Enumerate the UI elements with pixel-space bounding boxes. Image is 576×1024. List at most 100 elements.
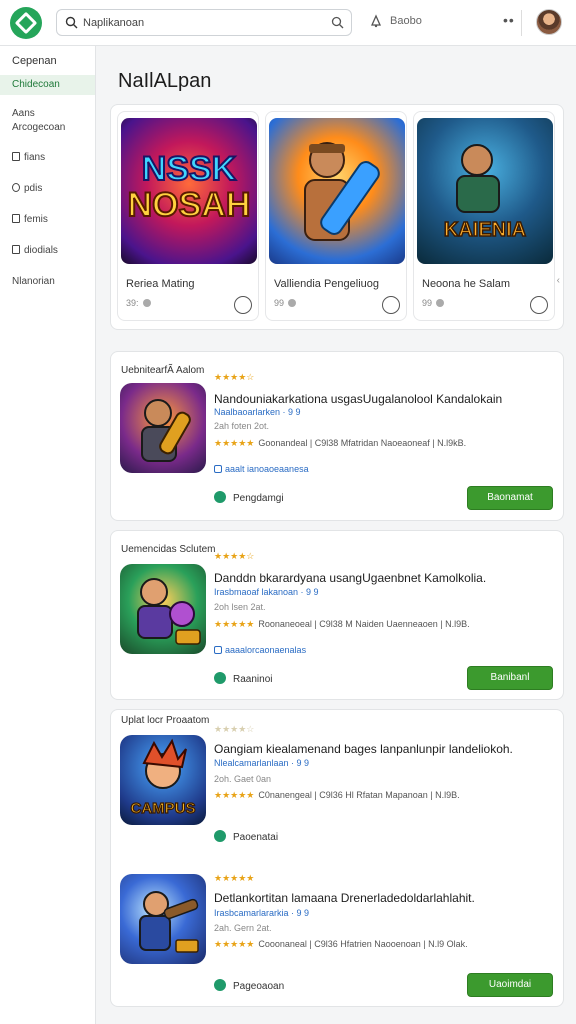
link-icon xyxy=(214,646,222,654)
more-options-icon[interactable]: •• xyxy=(503,12,515,28)
list-rating: ★★★★★ Goonandeal | C9l38 Mfatridan Naoeao… xyxy=(214,438,467,448)
game-icon xyxy=(120,383,206,473)
list-item[interactable]: ★★★★★ Detlankortitan lamaana Drenerladed… xyxy=(110,857,564,1007)
search-icon xyxy=(65,16,78,29)
list-subtitle: Irasbcamarlararkia · 9 9 xyxy=(214,908,310,918)
sidebar-item-4[interactable]: femis xyxy=(12,213,48,226)
list-rating: ★★★★★ C0nanengeal | C9l36 Hl Rfatan Mapan… xyxy=(214,790,460,800)
featured-art-text-bottom: NOSAH xyxy=(128,186,251,224)
search-input[interactable] xyxy=(83,14,323,32)
nav-label[interactable]: Baobo xyxy=(390,15,422,27)
square-icon xyxy=(12,245,20,254)
list-status: Raaninoi xyxy=(214,672,272,685)
game-icon: CAMPUS xyxy=(120,735,206,825)
check-circle-icon xyxy=(214,672,226,684)
list-rating: ★★★★★ Roonaneoeal | C9l38 M Naiden Uaenne… xyxy=(214,619,470,629)
rating-stars-icon: ★★★★★ xyxy=(214,619,255,629)
featured-art-text-top: NSSK xyxy=(142,150,237,188)
list-subtitle: Nlealcamarlanlaan · 9 9 xyxy=(214,758,310,768)
list-item[interactable]: Uplat locr Proaatom ★★★★☆ CAMPUS Oangiam… xyxy=(110,709,564,857)
check-circle-icon xyxy=(214,491,226,503)
sidebar-item-1[interactable]: Arcogecoan xyxy=(12,121,65,134)
list-subline: 2oh lsen 2at. xyxy=(214,602,266,612)
meta-dot-icon xyxy=(142,299,151,307)
notification-icon[interactable] xyxy=(369,14,383,28)
rating-stars-icon: ★★★★★ xyxy=(214,873,255,883)
rating-stars-icon: ★★★★☆ xyxy=(214,551,255,561)
link-icon xyxy=(214,465,222,473)
list-rating: ★★★★★ Cooonaneal | C9l36 Hfatrien Naooeno… xyxy=(214,939,468,949)
sidebar-item-label: fians xyxy=(24,152,46,163)
list-item[interactable]: Uemencidas Sclutem ★★★★☆ Danddn bkarardy… xyxy=(110,530,564,700)
rating-stars-icon: ★★★★☆ xyxy=(214,724,255,734)
featured-name: Valliendia Pengeliuog xyxy=(274,278,379,290)
list-item-header: Uemencidas Sclutem xyxy=(121,544,216,555)
sidebar: Cepenan Chidecoan Aans Arcogecoan fians … xyxy=(0,46,96,1024)
top-bar: Baobo •• xyxy=(0,0,576,46)
search-submit-icon[interactable] xyxy=(331,16,344,29)
game-artwork: NSSK NOSAH xyxy=(121,118,257,264)
play-badge-icon[interactable] xyxy=(530,296,548,314)
featured-card[interactable]: KAIENIA Neoona he Salam 99 xyxy=(413,111,555,321)
list-title[interactable]: Detlankortitan lamaana Drenerladedoldarl… xyxy=(214,891,475,905)
sidebar-item-2[interactable]: fians xyxy=(12,151,45,164)
list-link[interactable]: aaalt ianoaoeaanesa xyxy=(214,464,309,474)
featured-card[interactable]: Valliendia Pengeliuog 99 xyxy=(265,111,407,321)
list-title[interactable]: Danddn bkarardyana usangUgaenbnet Kamolk… xyxy=(214,571,486,585)
game-icon xyxy=(120,564,206,654)
sidebar-item-label: femis xyxy=(24,214,48,225)
meta-dot-icon xyxy=(288,299,297,307)
install-button[interactable]: Banibanl xyxy=(467,666,553,690)
featured-name: Neoona he Salam xyxy=(422,278,511,290)
app-logo[interactable] xyxy=(10,7,42,39)
rating-stars-icon: ★★★★★ xyxy=(214,438,255,448)
page-title: NaIlALpan xyxy=(118,70,212,92)
list-title[interactable]: Nandouniakarkationa usgasUugalanolool Ka… xyxy=(214,392,502,406)
sidebar-item-active[interactable]: Chidecoan xyxy=(0,75,95,95)
header-divider xyxy=(521,10,522,36)
game-icon xyxy=(120,874,206,964)
list-item-header: Uplat locr Proaatom xyxy=(121,715,210,726)
more-arrow-icon[interactable]: ‹ xyxy=(557,275,560,286)
sidebar-item-3[interactable]: pdis xyxy=(12,182,42,195)
install-button[interactable]: Baonamat xyxy=(467,486,553,510)
meta-dot-icon xyxy=(436,299,445,307)
game-artwork: KAIENIA xyxy=(417,118,553,264)
square-icon xyxy=(12,214,20,223)
sidebar-active-label: Chidecoan xyxy=(12,79,60,90)
circle-icon xyxy=(12,183,20,192)
play-badge-icon[interactable] xyxy=(234,296,252,314)
user-avatar[interactable] xyxy=(536,9,562,35)
check-circle-icon xyxy=(214,979,226,991)
list-status: Pageoaoan xyxy=(214,979,284,992)
list-link[interactable]: aaaalorcaonaenalas xyxy=(214,645,306,655)
install-button[interactable]: Uaoimdai xyxy=(467,973,553,997)
check-circle-icon xyxy=(214,830,226,842)
list-status: Pengdamgi xyxy=(214,491,284,504)
square-icon xyxy=(12,152,20,161)
featured-section: NSSK NOSAH Reriea Mating 39: Valliendia … xyxy=(110,104,564,330)
sidebar-item-label: diodials xyxy=(24,245,58,256)
rating-stars-icon: ★★★★★ xyxy=(214,790,255,800)
game-artwork xyxy=(269,118,405,264)
list-title[interactable]: Oangiam kiealamenand bages lanpanlunpir … xyxy=(214,742,513,756)
search-box[interactable] xyxy=(56,9,352,36)
featured-card[interactable]: NSSK NOSAH Reriea Mating 39: xyxy=(117,111,259,321)
list-subtitle: Irasbmaoaf lakanoan · 9 9 xyxy=(214,587,319,597)
rating-stars-icon: ★★★★★ xyxy=(214,939,255,949)
sidebar-item-0[interactable]: Aans xyxy=(12,107,35,120)
featured-name: Reriea Mating xyxy=(126,278,195,290)
sidebar-item-5[interactable]: diodials xyxy=(12,244,58,257)
list-item[interactable]: UebnitearfÃ Aalom ★★★★☆ Nandouniakarkati… xyxy=(110,351,564,521)
sidebar-item-6[interactable]: Nlanorian xyxy=(12,275,55,288)
sidebar-heading: Cepenan xyxy=(12,55,57,67)
list-subtitle: Naalbaoarlarken · 9 9 xyxy=(214,407,301,417)
list-item-header: UebnitearfÃ Aalom xyxy=(121,365,205,376)
list-status: Paoenatai xyxy=(214,830,278,843)
list-subline: 2oh. Gaet 0an xyxy=(214,774,272,784)
list-subline: 2ah foten 2ot. xyxy=(214,421,270,431)
play-badge-icon[interactable] xyxy=(382,296,400,314)
rating-stars-icon: ★★★★☆ xyxy=(214,372,255,382)
featured-art-text: KAIENIA xyxy=(444,219,526,241)
logo-diamond-icon xyxy=(14,11,38,35)
